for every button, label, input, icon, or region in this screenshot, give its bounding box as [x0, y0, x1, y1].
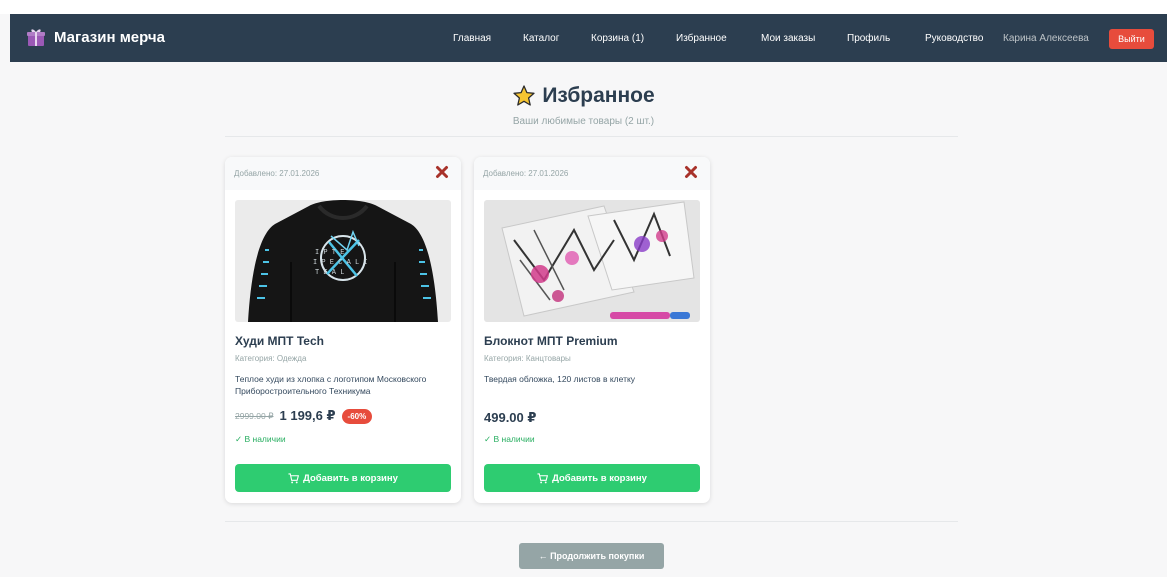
svg-text:I P E C A L I: I P E C A L I	[313, 259, 368, 267]
divider	[225, 136, 958, 137]
product-image-notebook[interactable]	[484, 200, 700, 322]
nav-link-orders[interactable]: Мои заказы	[761, 33, 815, 44]
price-row: 2999.00 ₽ 1 199,6 ₽ -60%	[235, 408, 373, 424]
current-price: 499.00 ₽	[484, 410, 537, 425]
nav-link-favorites[interactable]: Избранное	[676, 33, 727, 44]
stock-status: ✓ В наличии	[484, 434, 535, 444]
nav-link-cart[interactable]: Корзина (1)	[591, 33, 644, 44]
user-name[interactable]: Карина Алексеева	[1003, 33, 1089, 44]
favorite-card: Добавлено: 27.01.2026 I P T E I P E C A …	[225, 157, 461, 503]
remove-favorite-icon[interactable]	[684, 165, 698, 179]
cart-icon	[537, 472, 549, 483]
card-header: Добавлено: 27.01.2026	[225, 157, 461, 190]
add-to-cart-label: Добавить в корзину	[303, 472, 398, 484]
nav-link-guide[interactable]: Руководство	[925, 33, 983, 44]
product-name[interactable]: Худи МПТ Tech	[235, 334, 324, 348]
cart-icon	[288, 472, 300, 483]
nav-link-home[interactable]: Главная	[453, 33, 491, 44]
page-title: Избранное	[542, 84, 655, 107]
divider	[225, 521, 958, 522]
top-strip	[0, 0, 1167, 14]
brand-name: Магазин мерча	[54, 28, 165, 46]
discount-badge: -60%	[341, 408, 373, 424]
old-price: 2999.00 ₽	[235, 410, 274, 421]
logout-button[interactable]: Выйти	[1109, 29, 1154, 49]
current-price: 1 199,6 ₽	[279, 408, 336, 423]
product-description: Теплое худи из хлопка с логотипом Москов…	[235, 374, 427, 396]
add-to-cart-label: Добавить в корзину	[552, 472, 647, 484]
continue-shopping-button[interactable]: ← Продолжить покупки	[519, 543, 664, 569]
product-image-hoodie[interactable]: I P T E I P E C A L I T E A L	[235, 200, 451, 322]
stock-status: ✓ В наличии	[235, 434, 286, 444]
page-subtitle: Ваши любимые товары (2 шт.)	[512, 116, 655, 127]
add-to-cart-button[interactable]: Добавить в корзину	[235, 464, 451, 492]
favorite-card: Добавлено: 27.01.2026 Блокнот МПТ Premiu…	[474, 157, 710, 503]
nav-link-catalog[interactable]: Каталог	[523, 33, 559, 44]
svg-text:T E A L: T E A L	[315, 269, 344, 277]
star-icon	[513, 85, 535, 106]
add-to-cart-button[interactable]: Добавить в корзину	[484, 464, 700, 492]
nav-link-profile[interactable]: Профиль	[847, 33, 890, 44]
added-date: Добавлено: 27.01.2026	[483, 169, 569, 178]
card-header: Добавлено: 27.01.2026	[474, 157, 710, 190]
navbar: Магазин мерча Главная Каталог Корзина (1…	[10, 14, 1167, 62]
product-name[interactable]: Блокнот МПТ Premium	[484, 334, 618, 348]
remove-favorite-icon[interactable]	[435, 165, 449, 179]
brand[interactable]: Магазин мерча	[26, 27, 165, 47]
page-heading: Избранное	[0, 84, 1167, 108]
added-date: Добавлено: 27.01.2026	[234, 169, 320, 178]
product-category: Категория: Одежда	[235, 354, 307, 363]
product-category: Категория: Канцтовары	[484, 354, 571, 363]
gift-icon	[27, 29, 45, 46]
product-description: Твердая обложка, 120 листов в клетку	[484, 374, 636, 384]
svg-text:I P T E: I P T E	[315, 249, 344, 257]
